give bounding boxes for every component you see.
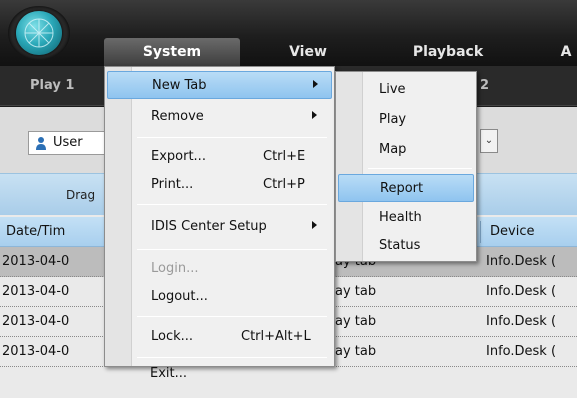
submenu-separator <box>368 168 472 169</box>
column-header-device[interactable]: Device <box>490 217 534 247</box>
cell-date: 2013-04-0 <box>2 284 70 299</box>
cell-date: 2013-04-0 <box>2 254 70 269</box>
menu-item-label: Export... <box>151 149 206 164</box>
menu-item-lock[interactable]: Lock... Ctrl+Alt+L <box>107 323 332 351</box>
menu-truncated[interactable]: A <box>556 38 576 66</box>
menu-item-print[interactable]: Print... Ctrl+P <box>107 171 332 199</box>
menu-separator <box>137 357 327 358</box>
submenu-item-label: Report <box>380 181 424 196</box>
menu-item-remove[interactable]: Remove <box>107 103 332 131</box>
column-divider[interactable] <box>480 221 481 243</box>
cell-description: ay tab <box>335 284 377 299</box>
menu-item-label: Exit... <box>150 366 188 381</box>
submenu-item-status[interactable]: Status <box>338 232 474 260</box>
user-filter-field[interactable]: User <box>28 131 113 155</box>
menu-item-label: New Tab <box>152 78 207 93</box>
menu-item-exit[interactable]: Exit... <box>106 360 331 388</box>
submenu-item-live[interactable]: Live <box>338 76 474 104</box>
menu-item-export[interactable]: Export... Ctrl+E <box>107 143 332 171</box>
cell-device: Info.Desk ( <box>486 314 557 329</box>
menu-item-login: Login... <box>107 255 332 283</box>
submenu-item-label: Play <box>379 112 407 127</box>
tab-2[interactable]: 2 <box>480 66 489 106</box>
menu-item-label: Print... <box>151 177 194 192</box>
menu-item-label: Logout... <box>151 289 208 304</box>
submenu-item-play[interactable]: Play <box>338 106 474 134</box>
cell-device: Info.Desk ( <box>486 284 557 299</box>
menu-item-shortcut: Ctrl+E <box>263 149 306 164</box>
menu-view[interactable]: View <box>278 38 338 66</box>
cell-date: 2013-04-0 <box>2 344 70 359</box>
user-icon <box>36 137 46 150</box>
cell-device: Info.Desk ( <box>486 344 557 359</box>
filter-dropdown-button[interactable]: ⌄ <box>480 129 498 153</box>
menu-item-new-tab[interactable]: New Tab <box>107 71 332 99</box>
menu-system[interactable]: System <box>104 38 240 66</box>
menu-playback[interactable]: Playback <box>408 38 488 66</box>
menu-item-center-setup[interactable]: IDIS Center Setup <box>107 213 332 241</box>
app-titlebar: System View Playback A <box>0 0 577 66</box>
system-menu: New Tab Remove Export... Ctrl+E Print...… <box>104 66 335 367</box>
submenu-item-label: Status <box>379 238 421 253</box>
submenu-arrow-icon <box>312 111 317 119</box>
menu-separator <box>137 249 327 250</box>
drag-hint-text: Drag <box>66 188 96 202</box>
menu-item-shortcut: Ctrl+Alt+L <box>241 329 311 344</box>
submenu-arrow-icon <box>312 221 317 229</box>
menu-separator <box>137 204 327 205</box>
submenu-item-label: Health <box>379 210 422 225</box>
submenu-item-label: Live <box>379 82 406 97</box>
menu-separator <box>137 316 327 317</box>
menu-item-label: IDIS Center Setup <box>151 219 267 234</box>
tab-play-1[interactable]: Play 1 <box>30 66 74 106</box>
menu-item-label: Lock... <box>151 329 194 344</box>
cell-description: ay tab <box>335 314 377 329</box>
user-filter-label: User <box>53 135 83 150</box>
submenu-item-health[interactable]: Health <box>338 204 474 232</box>
cell-description: ay tab <box>335 344 377 359</box>
menu-item-logout[interactable]: Logout... <box>107 283 332 311</box>
menu-separator <box>137 137 327 138</box>
submenu-arrow-icon <box>313 80 318 88</box>
menu-item-label: Remove <box>151 109 204 124</box>
column-header-date[interactable]: Date/Tim <box>6 217 65 247</box>
main-menubar: System View Playback A <box>0 38 577 66</box>
submenu-item-map[interactable]: Map <box>338 136 474 164</box>
new-tab-submenu: Live Play Map Report Health Status <box>335 71 477 262</box>
submenu-item-label: Map <box>379 142 407 157</box>
cell-date: 2013-04-0 <box>2 314 70 329</box>
menu-item-shortcut: Ctrl+P <box>263 177 305 192</box>
menu-item-label: Login... <box>151 261 199 276</box>
submenu-item-report[interactable]: Report <box>338 174 474 202</box>
cell-device: Info.Desk ( <box>486 254 557 269</box>
